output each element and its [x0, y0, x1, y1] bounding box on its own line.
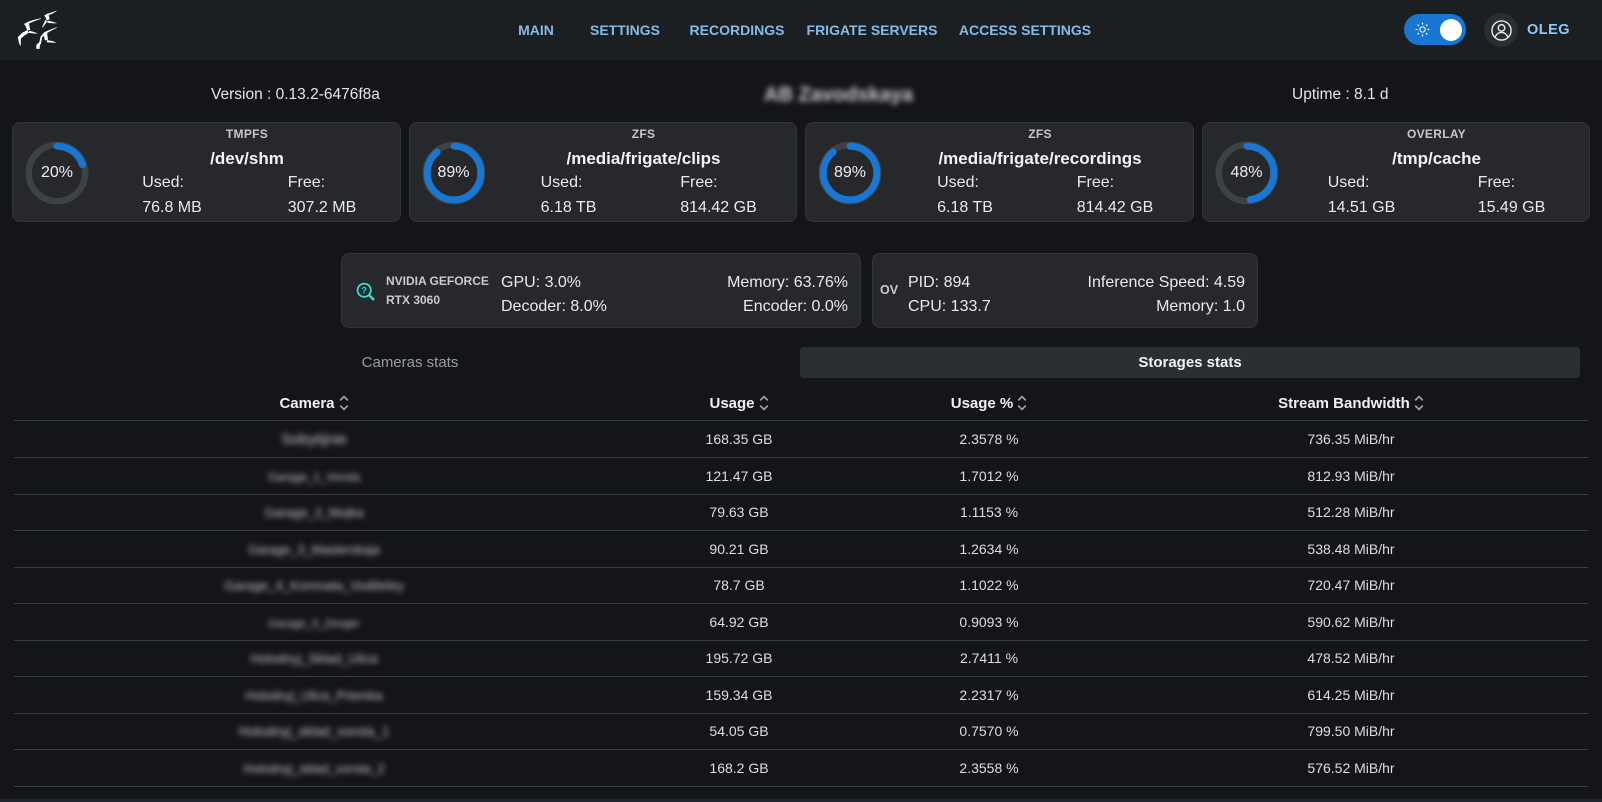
svg-text:?: ? [361, 285, 367, 296]
